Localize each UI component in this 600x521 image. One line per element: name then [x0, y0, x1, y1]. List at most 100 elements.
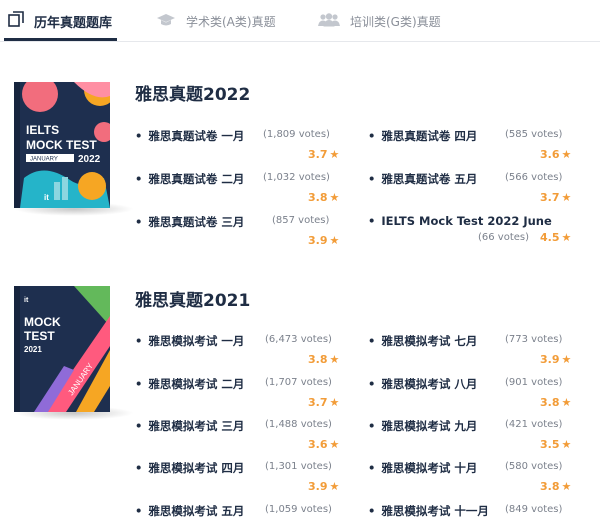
votes-count: (849 votes) [505, 504, 563, 515]
rating-value: 3.9 [308, 234, 328, 247]
votes-count: (1,032 votes) [263, 172, 330, 183]
rating: 4.5 ★ [540, 231, 571, 244]
cover-year: 2022 [78, 154, 101, 165]
votes-count: (6,473 votes) [265, 334, 332, 345]
test-link[interactable]: 雅思真题试卷 四月 [368, 128, 477, 144]
test-link[interactable]: IELTS Mock Test 2022 June [368, 214, 551, 228]
rating-value: 3.6 [308, 438, 328, 451]
test-link[interactable]: 雅思真题试卷 二月 [135, 171, 244, 187]
star-icon: ★ [561, 148, 572, 161]
cover-logo: it [24, 297, 29, 304]
tab-general-training[interactable]: 培训类(G类)真题 [318, 0, 441, 42]
cover-year: 2021 [24, 345, 42, 354]
star-icon: ★ [329, 234, 340, 247]
rating: 3.8 ★ [540, 480, 571, 493]
book-cover-2022[interactable]: IELTS MOCK TEST JANUARY 2022 it [14, 82, 134, 216]
star-icon: ★ [329, 148, 340, 161]
tab-academic[interactable]: 学术类(A类)真题 [156, 0, 276, 42]
rating: 3.5 ★ [540, 438, 571, 451]
votes-count: (1,707 votes) [265, 377, 332, 388]
rating: 3.9 ★ [308, 480, 339, 493]
rating-value: 3.8 [540, 480, 560, 493]
rating-value: 3.7 [308, 148, 328, 161]
cover-2021-art: MOCK TEST 2021 JANUARY it [14, 286, 110, 412]
section-title: 雅思真题2021 [135, 291, 251, 311]
rating-value: 3.9 [308, 480, 328, 493]
votes-count: (1,488 votes) [265, 419, 332, 430]
test-link[interactable]: 雅思模拟考试 五月 [135, 503, 244, 519]
star-icon: ★ [561, 231, 572, 244]
star-icon: ★ [329, 353, 340, 366]
test-link[interactable]: 雅思真题试卷 五月 [368, 171, 477, 187]
rating-value: 4.5 [540, 231, 560, 244]
votes-count: (566 votes) [505, 172, 563, 183]
active-tab-indicator [4, 38, 117, 41]
section-title: 雅思真题2022 [135, 85, 251, 105]
test-link[interactable]: 雅思模拟考试 二月 [135, 376, 244, 392]
rating-value: 3.6 [540, 148, 560, 161]
test-link[interactable]: 雅思真题试卷 一月 [135, 128, 244, 144]
votes-count: (857 votes) [272, 215, 330, 226]
votes-count: (580 votes) [505, 461, 563, 472]
rating-value: 3.8 [308, 191, 328, 204]
rating: 3.8 ★ [308, 191, 339, 204]
votes-count: (901 votes) [505, 377, 563, 388]
rating-value: 3.5 [540, 438, 560, 451]
users-icon [318, 12, 340, 31]
rating: 3.9 ★ [308, 234, 339, 247]
test-link[interactable]: 雅思模拟考试 一月 [135, 333, 244, 349]
test-link[interactable]: 雅思真题试卷 三月 [135, 214, 244, 230]
star-icon: ★ [329, 438, 340, 451]
votes-count: (1,059 votes) [265, 504, 332, 515]
votes-count: (1,809 votes) [263, 129, 330, 140]
rating: 3.9 ★ [540, 353, 571, 366]
star-icon: ★ [329, 191, 340, 204]
rating-value: 3.8 [308, 353, 328, 366]
votes-count: (66 votes) [478, 232, 530, 243]
star-icon: ★ [329, 396, 340, 409]
cover-logo: it [44, 193, 49, 202]
test-link[interactable]: 雅思模拟考试 七月 [368, 333, 477, 349]
rating-value: 3.8 [540, 396, 560, 409]
votes-count: (773 votes) [505, 334, 563, 345]
cover-month: JANUARY [30, 157, 58, 163]
rating-value: 3.9 [540, 353, 560, 366]
book-cover-2021[interactable]: MOCK TEST 2021 JANUARY it [14, 286, 134, 420]
rating: 3.8 ★ [540, 396, 571, 409]
copy-icon [8, 11, 24, 31]
rating-value: 3.7 [308, 396, 328, 409]
star-icon: ★ [561, 480, 572, 493]
cover-line2: TEST [24, 329, 55, 343]
votes-count: (1,301 votes) [265, 461, 332, 472]
tab-past-papers[interactable]: 历年真题题库 [8, 0, 112, 42]
cover-2022-art: IELTS MOCK TEST JANUARY 2022 it [14, 82, 110, 208]
cover-line1: MOCK [24, 315, 61, 329]
star-icon: ★ [561, 396, 572, 409]
votes-count: (585 votes) [505, 129, 563, 140]
test-link[interactable]: 雅思模拟考试 九月 [368, 418, 477, 434]
rating: 3.7 ★ [540, 191, 571, 204]
test-link[interactable]: 雅思模拟考试 三月 [135, 418, 244, 434]
exam-tabs: 历年真题题库 学术类(A类)真题 培训类(G类)真题 [0, 0, 600, 42]
star-icon: ★ [561, 438, 572, 451]
tab-label: 培训类(G类)真题 [350, 14, 441, 29]
test-link[interactable]: 雅思模拟考试 十月 [368, 460, 477, 476]
cover-line2: MOCK TEST [26, 138, 97, 152]
test-link[interactable]: 雅思模拟考试 四月 [135, 460, 244, 476]
test-link[interactable]: 雅思模拟考试 十一月 [368, 503, 489, 519]
rating: 3.6 ★ [308, 438, 339, 451]
rating: 3.8 ★ [308, 353, 339, 366]
test-link[interactable]: 雅思模拟考试 八月 [368, 376, 477, 392]
tab-label: 学术类(A类)真题 [186, 14, 276, 29]
rating: 3.7 ★ [308, 396, 339, 409]
star-icon: ★ [561, 191, 572, 204]
rating-value: 3.7 [540, 191, 560, 204]
votes-count: (421 votes) [505, 419, 563, 430]
rating: 3.6 ★ [540, 148, 571, 161]
star-icon: ★ [329, 480, 340, 493]
graduation-cap-icon [156, 12, 176, 31]
star-icon: ★ [561, 353, 572, 366]
tab-label: 历年真题题库 [34, 15, 113, 31]
cover-line1: IELTS [26, 123, 59, 137]
rating: 3.7 ★ [308, 148, 339, 161]
